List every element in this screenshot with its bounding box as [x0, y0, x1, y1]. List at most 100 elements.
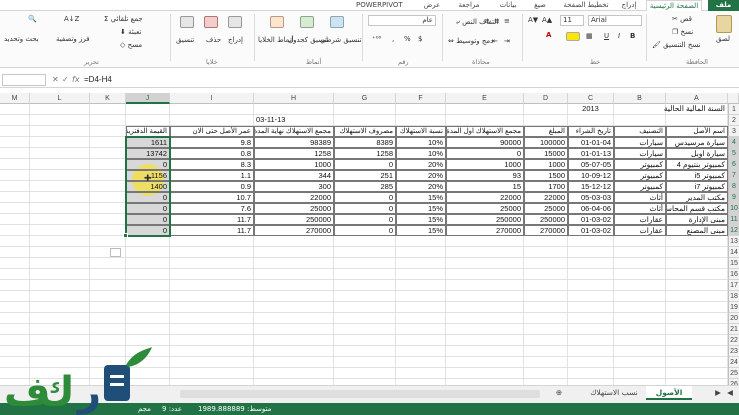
row-header-18[interactable]: 18 — [728, 291, 739, 302]
shrink-font-icon[interactable]: A▼ — [528, 16, 538, 24]
cell-g21[interactable] — [334, 324, 396, 335]
cell-j19[interactable] — [126, 302, 170, 313]
cell-l14[interactable] — [30, 247, 90, 258]
cell-f13[interactable] — [396, 236, 446, 247]
paste-icon[interactable] — [716, 15, 732, 33]
cell-value-i10[interactable]: 7.6 — [170, 203, 254, 214]
cell-b20[interactable] — [614, 313, 666, 324]
cell-k9[interactable] — [90, 192, 126, 203]
sort-filter-button[interactable]: A↓Z — [64, 15, 79, 23]
cancel-icon[interactable]: ✕ — [52, 75, 59, 84]
insert-cells-icon[interactable] — [228, 16, 242, 28]
row-header-19[interactable]: 19 — [728, 302, 739, 313]
tab-home[interactable]: الصفحة الرئيسية — [646, 0, 702, 11]
cell-d17[interactable] — [524, 280, 568, 291]
cell-value-g10[interactable]: 0 — [334, 203, 396, 214]
cell-value-f9[interactable]: 15% — [396, 192, 446, 203]
row-header-16[interactable]: 16 — [728, 269, 739, 280]
cell-k3[interactable] — [90, 126, 126, 137]
wrap-text-button[interactable]: ⤶ التفاف النص — [456, 18, 498, 27]
cell-d21[interactable] — [524, 324, 568, 335]
cell-value-h6[interactable]: 1000 — [254, 159, 334, 170]
cell-value-d4[interactable]: 100000 — [524, 137, 568, 148]
row-header-13[interactable]: 13 — [728, 236, 739, 247]
cell-value-e10[interactable]: 25000 — [446, 203, 524, 214]
cell-k12[interactable] — [90, 225, 126, 236]
align-right-icon[interactable]: ≡ — [504, 17, 510, 25]
indent-icon[interactable]: ⇥ — [504, 37, 510, 45]
autosum-button[interactable]: Σ جمع تلقائي — [104, 15, 143, 23]
cell-value-c11[interactable]: 01-03-02 — [568, 214, 614, 225]
cell-g2[interactable] — [334, 115, 396, 126]
row-header-24[interactable]: 24 — [728, 357, 739, 368]
cell-value-j10[interactable]: 0 — [126, 203, 170, 214]
cell-m21[interactable] — [0, 324, 30, 335]
cell-a15[interactable] — [666, 258, 728, 269]
cell-value-h9[interactable]: 22000 — [254, 192, 334, 203]
cell-g15[interactable] — [334, 258, 396, 269]
row-header-14[interactable]: 14 — [728, 247, 739, 258]
row-header-15[interactable]: 15 — [728, 258, 739, 269]
fill-button[interactable]: ⬇ تعبئة — [120, 28, 141, 36]
cell-a13[interactable] — [666, 236, 728, 247]
cell-h25[interactable] — [254, 368, 334, 379]
cell-c15[interactable] — [568, 258, 614, 269]
cell-g25[interactable] — [334, 368, 396, 379]
cell-value-j11[interactable]: 0 — [126, 214, 170, 225]
percent-icon[interactable]: % — [404, 35, 411, 43]
cell-g17[interactable] — [334, 280, 396, 291]
cell-k7[interactable] — [90, 170, 126, 181]
cell-f22[interactable] — [396, 335, 446, 346]
cell-l2[interactable] — [30, 115, 90, 126]
cell-d18[interactable] — [524, 291, 568, 302]
cell-value-b11[interactable]: عقارات — [614, 214, 666, 225]
row-header-25[interactable]: 25 — [728, 368, 739, 379]
cell-c18[interactable] — [568, 291, 614, 302]
cell-i22[interactable] — [170, 335, 254, 346]
cell-g23[interactable] — [334, 346, 396, 357]
cell-i1[interactable] — [170, 104, 254, 115]
cell-h24[interactable] — [254, 357, 334, 368]
cell-f17[interactable] — [396, 280, 446, 291]
cell-e23[interactable] — [446, 346, 524, 357]
cell-value-f6[interactable]: 20% — [396, 159, 446, 170]
cell-value-b5[interactable]: سيارات — [614, 148, 666, 159]
cell-h22[interactable] — [254, 335, 334, 346]
cell-value-a6[interactable]: كمبيوتر بنتيوم 4 — [666, 159, 728, 170]
cell-b21[interactable] — [614, 324, 666, 335]
cell-l11[interactable] — [30, 214, 90, 225]
cell-value-a3[interactable]: اسم الأصل — [666, 126, 728, 137]
cell-c24[interactable] — [568, 357, 614, 368]
cell-h21[interactable] — [254, 324, 334, 335]
cell-b18[interactable] — [614, 291, 666, 302]
cell-value-h11[interactable]: 250000 — [254, 214, 334, 225]
cell-value-f11[interactable]: 15% — [396, 214, 446, 225]
cell-value-i8[interactable]: 0.9 — [170, 181, 254, 192]
italic-button[interactable]: I — [618, 32, 620, 40]
cell-m18[interactable] — [0, 291, 30, 302]
cell-value-c4[interactable]: 01-01-04 — [568, 137, 614, 148]
cell-value-e9[interactable]: 22000 — [446, 192, 524, 203]
cell-value-e11[interactable]: 250000 — [446, 214, 524, 225]
cell-m6[interactable] — [0, 159, 30, 170]
cell-j16[interactable] — [126, 269, 170, 280]
cell-k15[interactable] — [90, 258, 126, 269]
fill-handle[interactable] — [123, 233, 128, 238]
row-header-5[interactable]: 5 — [728, 148, 739, 159]
cell-a18[interactable] — [666, 291, 728, 302]
cell-e20[interactable] — [446, 313, 524, 324]
cell-e13[interactable] — [446, 236, 524, 247]
cell-value-i5[interactable]: 0.8 — [170, 148, 254, 159]
cell-f14[interactable] — [396, 247, 446, 258]
cell-value-j6[interactable]: 0 — [126, 159, 170, 170]
cell-j13[interactable] — [126, 236, 170, 247]
tab-page-layout[interactable]: تخطيط الصفحة — [560, 0, 612, 11]
cell-value-i7[interactable]: 1.1 — [170, 170, 254, 181]
cell-value-g7[interactable]: 251 — [334, 170, 396, 181]
cell-value-j12[interactable]: 0 — [126, 225, 170, 236]
cell-k21[interactable] — [90, 324, 126, 335]
cell-j2[interactable] — [126, 115, 170, 126]
cell-j17[interactable] — [126, 280, 170, 291]
cell-i13[interactable] — [170, 236, 254, 247]
cell-k20[interactable] — [90, 313, 126, 324]
